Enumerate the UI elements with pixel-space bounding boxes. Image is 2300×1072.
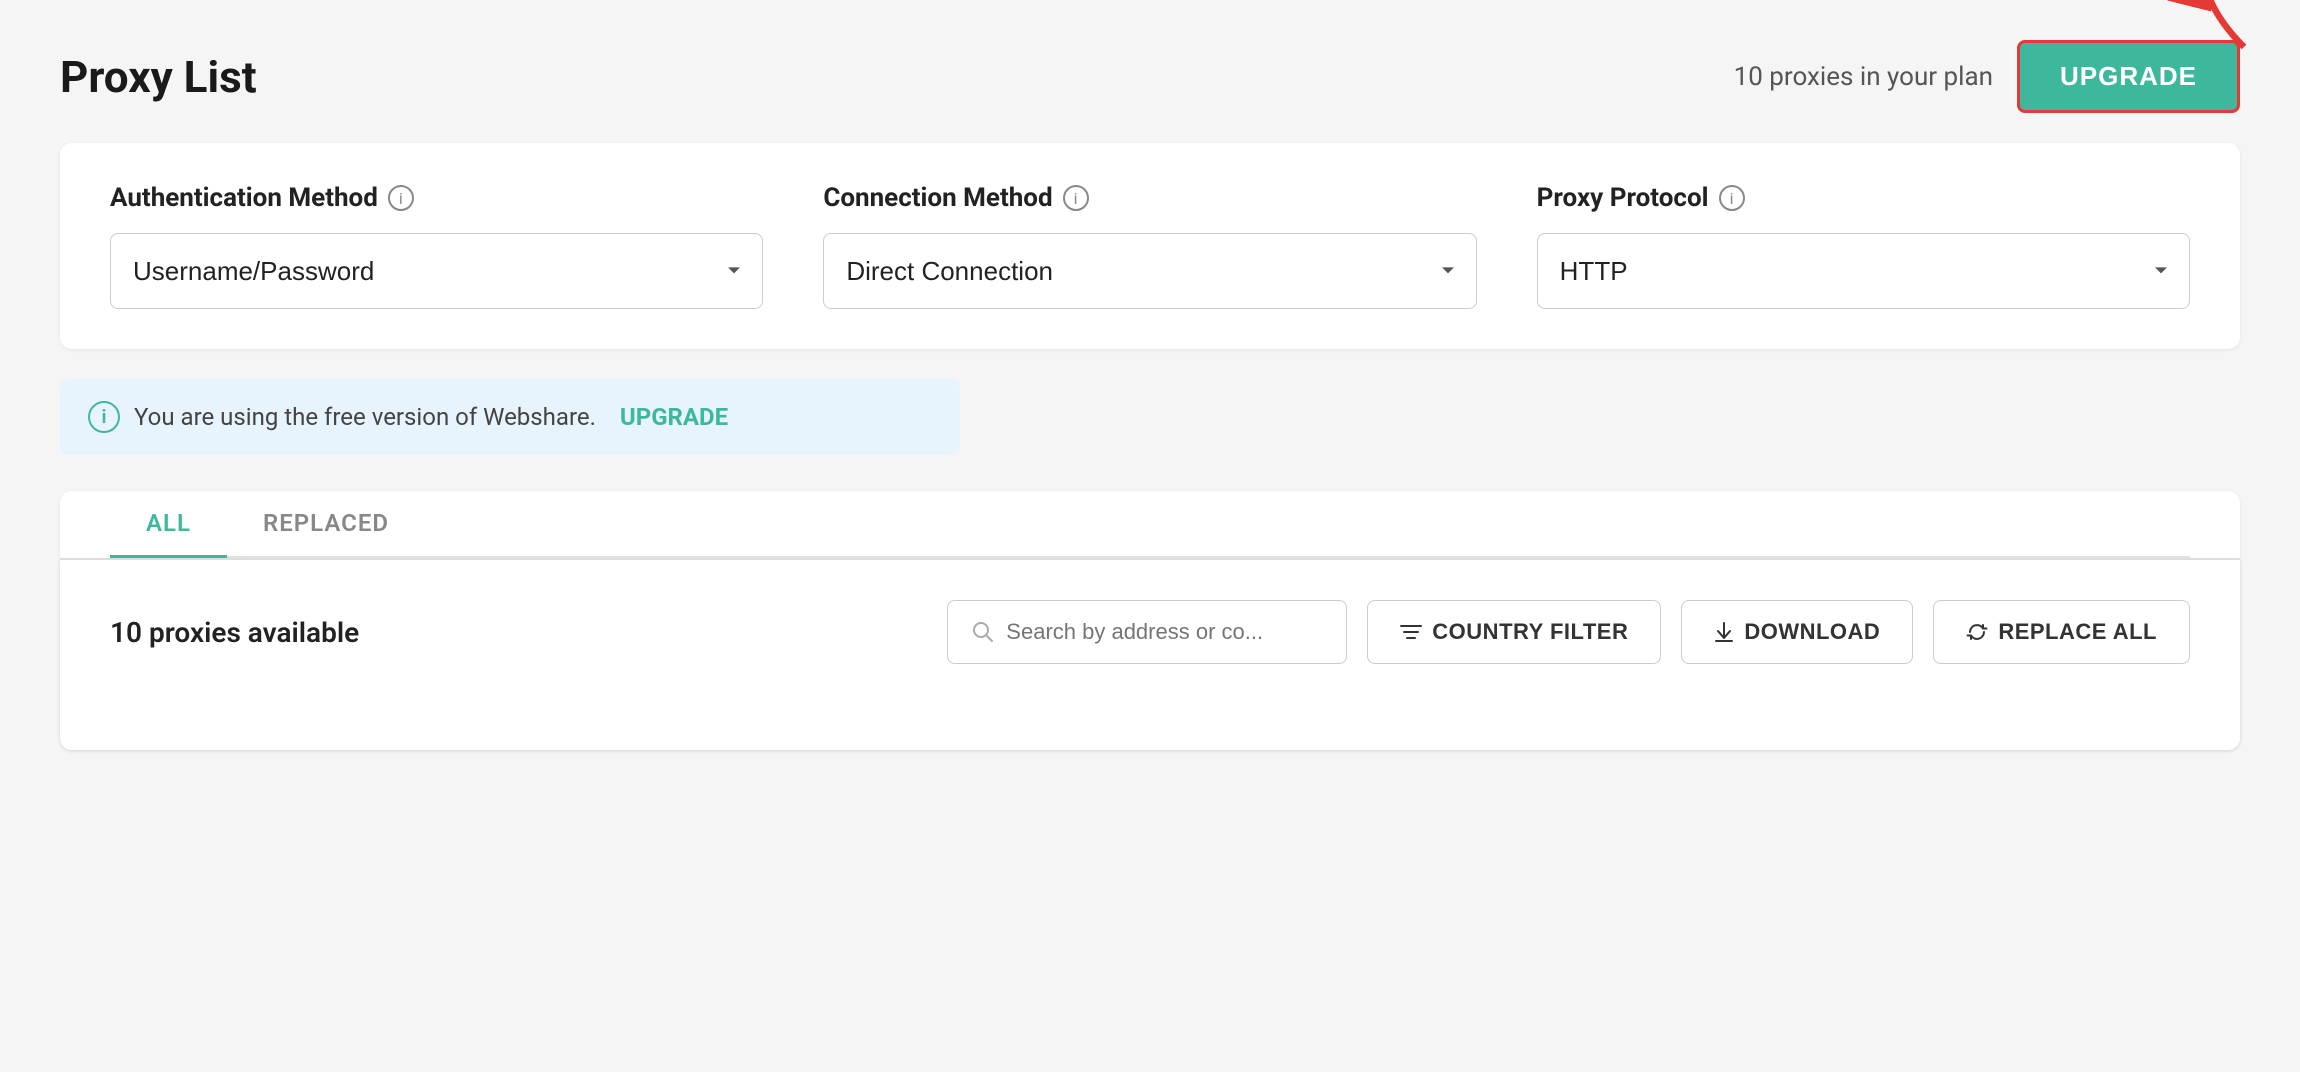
country-filter-label: COUNTRY FILTER	[1432, 619, 1628, 645]
plan-text: 10 proxies in your plan	[1734, 62, 1993, 92]
proxy-protocol-label: Proxy Protocol	[1537, 183, 1709, 213]
proxy-list-section: ALL REPLACED 10 proxies available	[60, 491, 2240, 750]
tab-replaced[interactable]: REPLACED	[227, 491, 425, 558]
proxy-protocol-label-row: Proxy Protocol i	[1537, 183, 2190, 213]
tabs: ALL REPLACED	[110, 491, 2190, 558]
auth-method-info-icon[interactable]: i	[388, 185, 414, 211]
download-button[interactable]: DOWNLOAD	[1681, 600, 1913, 664]
connection-method-select[interactable]: Direct Connection Rotating	[823, 233, 1476, 309]
replace-all-button[interactable]: REPLACE ALL	[1933, 600, 2190, 664]
auth-method-col: Authentication Method i Username/Passwor…	[110, 183, 763, 309]
proxy-protocol-info-icon[interactable]: i	[1719, 185, 1745, 211]
tab-all[interactable]: ALL	[110, 491, 227, 558]
banner-info-icon: i	[88, 401, 120, 433]
auth-method-label-row: Authentication Method i	[110, 183, 763, 213]
connection-method-label-row: Connection Method i	[823, 183, 1476, 213]
list-header: 10 proxies available	[110, 600, 2190, 664]
connection-method-info-icon[interactable]: i	[1063, 185, 1089, 211]
connection-method-col: Connection Method i Direct Connection Ro…	[823, 183, 1476, 309]
page-title: Proxy List	[60, 51, 257, 103]
proxy-protocol-select[interactable]: HTTP HTTPS SOCKS5	[1537, 233, 2190, 309]
replace-all-label: REPLACE ALL	[1998, 619, 2157, 645]
search-input-wrap[interactable]	[947, 600, 1347, 664]
auth-method-select[interactable]: Username/Password IP Whitelist	[110, 233, 763, 309]
free-version-banner: i You are using the free version of Webs…	[60, 379, 960, 455]
tabs-bar: ALL REPLACED	[60, 491, 2240, 560]
search-icon	[972, 621, 994, 643]
connection-method-label: Connection Method	[823, 183, 1052, 213]
search-input[interactable]	[1006, 619, 1322, 645]
arrow-annotation	[2140, 0, 2270, 60]
list-section: 10 proxies available	[60, 560, 2240, 750]
config-card: Authentication Method i Username/Passwor…	[60, 143, 2240, 349]
list-actions: COUNTRY FILTER DOWNLOAD	[947, 600, 2190, 664]
auth-method-label: Authentication Method	[110, 183, 378, 213]
proxy-protocol-col: Proxy Protocol i HTTP HTTPS SOCKS5	[1537, 183, 2190, 309]
banner-text: You are using the free version of Websha…	[134, 403, 596, 431]
refresh-icon	[1966, 621, 1988, 643]
country-filter-button[interactable]: COUNTRY FILTER	[1367, 600, 1661, 664]
config-row: Authentication Method i Username/Passwor…	[110, 183, 2190, 309]
proxies-count: 10 proxies available	[110, 616, 359, 649]
filter-icon	[1400, 623, 1422, 641]
header: Proxy List 10 proxies in your plan UPGRA…	[60, 40, 2240, 113]
header-right: 10 proxies in your plan UPGRADE	[1734, 40, 2240, 113]
download-icon	[1714, 621, 1734, 643]
download-label: DOWNLOAD	[1744, 619, 1880, 645]
banner-upgrade-link[interactable]: UPGRADE	[620, 403, 728, 431]
